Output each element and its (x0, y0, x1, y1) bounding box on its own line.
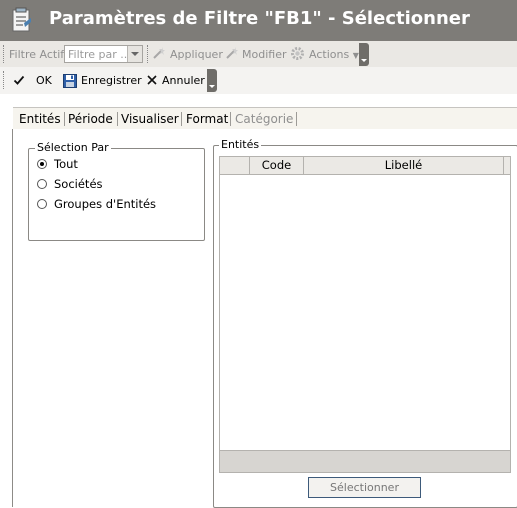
toolbar-grip[interactable] (3, 71, 6, 89)
tab-separator (181, 112, 182, 126)
save-button[interactable]: Enregistrer (62, 71, 142, 91)
window-title: Paramètres de Filtre "FB1" - Sélectionne… (49, 8, 470, 29)
tab-separator (230, 112, 231, 126)
title-bar: Paramètres de Filtre "FB1" - Sélectionne… (0, 0, 517, 41)
radio-button[interactable] (37, 179, 47, 189)
save-label: Enregistrer (81, 74, 142, 87)
apply-button[interactable]: Appliquer (170, 48, 223, 61)
tab-separator (64, 112, 65, 126)
toolbar-separator (147, 45, 150, 63)
radio-button-checked[interactable] (37, 159, 47, 169)
tab-format[interactable]: Format (186, 112, 228, 126)
grid-header: Code Libellé (220, 157, 510, 175)
radio-tout[interactable]: Tout (37, 157, 137, 173)
magic-wand-icon (152, 46, 166, 60)
entities-group-legend: Entités (219, 138, 262, 151)
actions-label: Actions (309, 48, 350, 61)
radio-societes[interactable]: Sociétés (37, 177, 137, 193)
toolbar-overflow-button[interactable] (207, 69, 217, 92)
radio-button[interactable] (37, 199, 47, 209)
floppy-disk-icon (63, 74, 77, 88)
filter-combo[interactable]: Filtre par ... (64, 45, 143, 63)
grid-footer (220, 450, 510, 472)
radio-label: Groupes d'Entités (54, 197, 157, 211)
settings-window-icon (10, 7, 32, 33)
cancel-label: Annuler (162, 74, 205, 87)
ok-label: OK (36, 74, 52, 87)
tab-strip: Entités Période Visualiser Format Catégo… (13, 107, 517, 130)
tab-separator (117, 112, 118, 126)
checkmark-icon (13, 74, 25, 86)
ok-button[interactable]: OK (10, 71, 56, 91)
modify-button[interactable]: Modifier (242, 48, 286, 61)
radio-label: Sociétés (54, 177, 103, 191)
chevron-down-icon: ▼ (352, 51, 359, 60)
radio-label: Tout (54, 157, 78, 171)
column-header-libelle[interactable]: Libellé (304, 157, 504, 174)
column-header-selector[interactable] (220, 157, 250, 174)
tab-entites[interactable]: Entités (19, 112, 61, 126)
tab-categorie[interactable]: Catégorie (235, 112, 293, 126)
select-button[interactable]: Sélectionner (308, 477, 421, 498)
tab-periode[interactable]: Période (68, 112, 113, 126)
filter-combo-value: Filtre par ... (68, 48, 131, 61)
entities-grid[interactable]: Code Libellé (219, 156, 511, 473)
toolbar-overflow-button[interactable] (359, 43, 369, 66)
actions-menu[interactable]: Actions ▼ (309, 48, 359, 61)
tab-separator (296, 112, 297, 126)
tab-visualiser[interactable]: Visualiser (121, 112, 179, 126)
chevron-down-icon[interactable] (127, 46, 142, 62)
selection-group-legend: Sélection Par (35, 141, 111, 154)
column-header-code[interactable]: Code (250, 157, 304, 174)
filter-active-label: Filtre Actif (9, 48, 65, 61)
cancel-button[interactable]: Annuler (144, 71, 205, 91)
radio-groupes-entites[interactable]: Groupes d'Entités (37, 197, 167, 213)
close-icon (147, 75, 157, 85)
magic-wand-icon (225, 46, 239, 60)
toolbar-grip[interactable] (3, 45, 6, 63)
gear-icon (290, 46, 305, 61)
